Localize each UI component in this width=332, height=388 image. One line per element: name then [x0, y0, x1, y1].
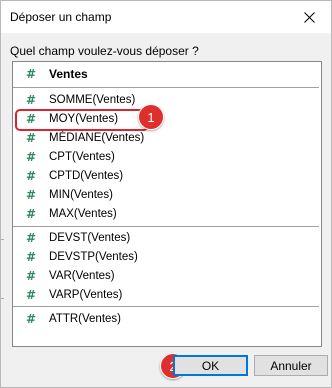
list-item-var[interactable]: # VAR(Ventes): [13, 266, 319, 285]
list-item-devstp[interactable]: # DEVSTP(Ventes): [13, 247, 319, 266]
measure-hash-icon: #: [25, 92, 37, 107]
field-listbox[interactable]: # Ventes # SOMME(Ventes) # MOY(Ventes) #…: [12, 61, 322, 347]
measure-hash-icon: #: [25, 187, 37, 202]
list-item-label: DEVSTP(Ventes): [49, 250, 138, 263]
close-icon: [303, 11, 315, 23]
list-item-attr[interactable]: # ATTR(Ventes): [13, 309, 319, 328]
measure-hash-icon: #: [25, 268, 37, 283]
list-header-label: Ventes: [49, 66, 88, 81]
list-item-devst[interactable]: # DEVST(Ventes): [13, 228, 319, 247]
list-item-label: VAR(Ventes): [49, 269, 115, 282]
list-item-somme[interactable]: # SOMME(Ventes): [13, 90, 319, 109]
list-item-label: MOY(Ventes): [49, 112, 119, 125]
measure-hash-icon: #: [25, 149, 37, 164]
prompt-text: Quel champ voulez-vous déposer ?: [10, 44, 199, 58]
measure-hash-icon: #: [25, 311, 37, 326]
measure-hash-icon: #: [25, 287, 37, 302]
list-item-label: DEVST(Ventes): [49, 231, 131, 244]
ok-button[interactable]: OK: [173, 355, 248, 376]
edge-tick: [1, 298, 4, 299]
list-item-varp[interactable]: # VARP(Ventes): [13, 285, 319, 304]
close-button[interactable]: [287, 1, 331, 33]
list-divider: [13, 226, 319, 227]
list-item-cptd[interactable]: # CPTD(Ventes): [13, 166, 319, 185]
measure-hash-icon: #: [25, 230, 37, 245]
list-item-label: MIN(Ventes): [49, 188, 113, 201]
measure-hash-icon: #: [25, 206, 37, 221]
list-item-min[interactable]: # MIN(Ventes): [13, 185, 319, 204]
list-item-label: MAX(Ventes): [49, 207, 117, 220]
list-item-moy[interactable]: # MOY(Ventes): [13, 109, 319, 128]
list-item-label: SOMME(Ventes): [49, 93, 136, 106]
measure-hash-icon: #: [25, 130, 37, 145]
list-divider: [13, 306, 319, 307]
list-divider: [13, 87, 319, 88]
list-item-label: CPT(Ventes): [49, 150, 115, 163]
list-item-max[interactable]: # MAX(Ventes): [13, 204, 319, 223]
annotation-badge-1: 1: [138, 104, 164, 130]
edge-tick: [1, 239, 4, 240]
list-item-label: ATTR(Ventes): [49, 312, 121, 325]
list-item-label: MÉDIANE(Ventes): [49, 131, 145, 144]
list-header-ventes[interactable]: # Ventes: [13, 64, 319, 83]
measure-hash-icon: #: [25, 111, 37, 126]
title-bar: Déposer un champ: [1, 1, 331, 33]
list-item-label: VARP(Ventes): [49, 288, 123, 301]
cancel-button[interactable]: Annuler: [254, 355, 328, 376]
list-item-cpt[interactable]: # CPT(Ventes): [13, 147, 319, 166]
list-item-label: CPTD(Ventes): [49, 169, 124, 182]
list-item-mediane[interactable]: # MÉDIANE(Ventes): [13, 128, 319, 147]
drop-field-dialog: Déposer un champ Quel champ voulez-vous …: [0, 0, 332, 388]
measure-hash-icon: #: [25, 249, 37, 264]
measure-hash-icon: #: [25, 66, 37, 81]
measure-hash-icon: #: [25, 168, 37, 183]
dialog-title: Déposer un champ: [10, 10, 112, 24]
